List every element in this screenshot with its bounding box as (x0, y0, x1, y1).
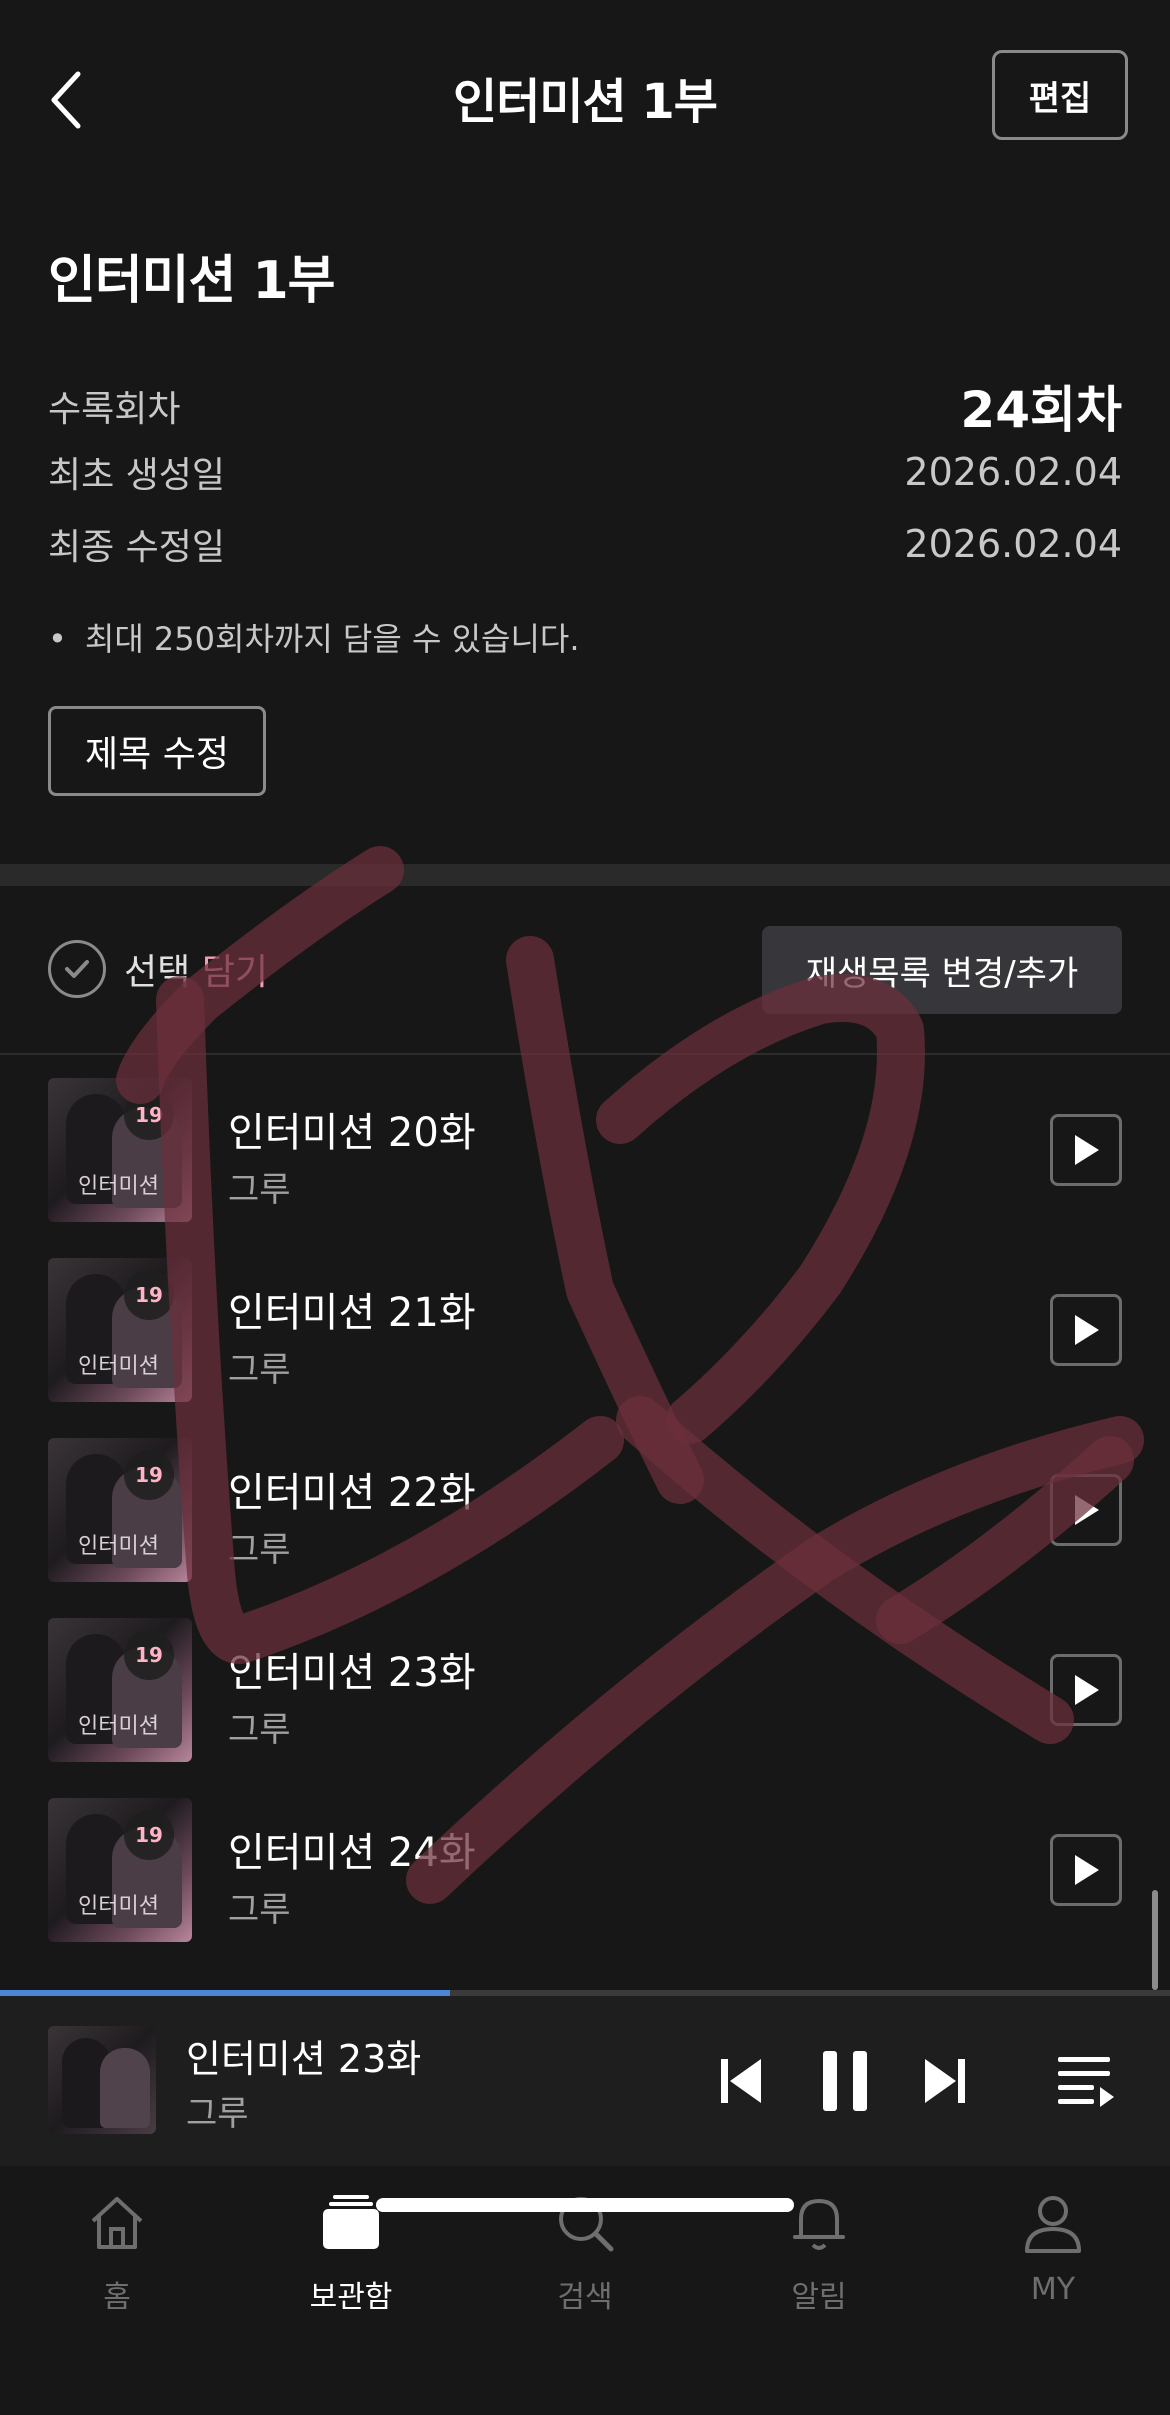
nav-label: 알림 (791, 2280, 847, 2315)
episode-thumbnail: 19 인터미션 (48, 1438, 192, 1582)
home-icon (82, 2188, 152, 2258)
episode-thumbnail: 19 인터미션 (48, 1798, 192, 1942)
episode-title: 인터미션 20화 (228, 1110, 476, 1156)
thumbnail-logo: 인터미션 (78, 1534, 159, 1559)
episode-play-button[interactable] (1050, 1114, 1122, 1186)
info-row-count: 수록회차 24회차 (48, 370, 1122, 442)
info-value: 2026.02.04 (904, 450, 1122, 494)
age-rating-badge: 19 (124, 1450, 174, 1500)
divider (0, 1053, 1170, 1055)
scrollbar[interactable] (1152, 1890, 1158, 1990)
section-divider (0, 864, 1170, 886)
skip-previous-icon (721, 2059, 761, 2103)
thumbnail-logo: 인터미션 (78, 1714, 159, 1739)
pause-icon (823, 2051, 867, 2111)
info-label: 최초 생성일 (48, 455, 226, 496)
nav-item-my[interactable]: MY (973, 2188, 1133, 2318)
edit-button[interactable]: 편집 (992, 50, 1128, 140)
play-icon (1075, 1675, 1099, 1705)
episode-row[interactable]: 19 인터미션 인터미션 21화그루 (0, 1258, 1170, 1408)
thumbnail-logo: 인터미션 (78, 1174, 159, 1199)
nav-label: MY (1030, 2272, 1076, 2307)
select-label: 선택 담기 (124, 943, 268, 995)
episode-thumbnail: 19 인터미션 (48, 1078, 192, 1222)
bottom-nav: 홈 보관함 검색 알림 MY (0, 2166, 1170, 2415)
player-title: 인터미션 23화 (186, 2037, 422, 2081)
previous-button[interactable] (706, 2046, 776, 2116)
select-text: 선택 (124, 952, 191, 993)
info-label: 수록회차 (48, 389, 181, 430)
nav-label: 검색 (557, 2280, 613, 2315)
check-circle-icon[interactable] (48, 940, 106, 998)
episode-artist: 그루 (228, 1890, 291, 1930)
nav-item-home[interactable]: 홈 (37, 2188, 197, 2318)
rename-button[interactable]: 제목 수정 (48, 706, 266, 796)
play-icon (1075, 1135, 1099, 1165)
episode-title: 인터미션 22화 (228, 1470, 476, 1516)
age-rating-badge: 19 (124, 1630, 174, 1680)
player-thumbnail (48, 2026, 156, 2134)
episode-artist: 그루 (228, 1170, 291, 1210)
age-rating-badge: 19 (124, 1090, 174, 1140)
library-icon (316, 2188, 386, 2258)
episode-artist: 그루 (228, 1710, 291, 1750)
mini-player[interactable]: 인터미션 23화 그루 (0, 1996, 1170, 2166)
episode-play-button[interactable] (1050, 1654, 1122, 1726)
episode-thumbnail: 19 인터미션 (48, 1618, 192, 1762)
episode-artist: 그루 (228, 1350, 291, 1390)
episode-title: 인터미션 24화 (228, 1830, 476, 1876)
info-label: 최종 수정일 (48, 527, 226, 568)
home-indicator[interactable] (376, 2198, 794, 2212)
bullet-icon: • (48, 620, 67, 658)
episode-artist: 그루 (228, 1530, 291, 1570)
thumbnail-logo: 인터미션 (78, 1354, 159, 1379)
pause-button[interactable] (810, 2046, 880, 2116)
episode-row[interactable]: 19 인터미션 인터미션 22화그루 (0, 1438, 1170, 1588)
user-icon (1018, 2188, 1088, 2258)
thumbnail-logo: 인터미션 (78, 1894, 159, 1919)
bell-icon (784, 2188, 854, 2258)
age-rating-badge: 19 (124, 1810, 174, 1860)
info-row-modified: 최종 수정일 2026.02.04 (48, 518, 1122, 570)
header: 인터미션 1부 편집 (0, 0, 1170, 190)
episode-row[interactable]: 19 인터미션 인터미션 20화그루 (0, 1078, 1170, 1228)
episode-title: 인터미션 21화 (228, 1290, 476, 1336)
add-text: 담기 (201, 952, 268, 993)
nav-label: 보관함 (309, 2280, 393, 2315)
player-artist: 그루 (186, 2094, 249, 2134)
episode-row[interactable]: 19 인터미션 인터미션 24화그루 (0, 1798, 1170, 1948)
playlist-queue-icon (1058, 2057, 1114, 2107)
episode-play-button[interactable] (1050, 1474, 1122, 1546)
nav-label: 홈 (103, 2280, 131, 2315)
playlist-title: 인터미션 1부 (48, 251, 335, 311)
queue-button[interactable] (1050, 2046, 1120, 2116)
episode-title: 인터미션 23화 (228, 1650, 476, 1696)
info-value: 24회차 (960, 381, 1122, 439)
play-icon (1075, 1855, 1099, 1885)
select-add-toggle[interactable]: 선택 담기 (48, 940, 268, 998)
episode-thumbnail: 19 인터미션 (48, 1258, 192, 1402)
play-icon (1075, 1315, 1099, 1345)
info-value: 2026.02.04 (904, 522, 1122, 566)
episode-row[interactable]: 19 인터미션 인터미션 23화그루 (0, 1618, 1170, 1768)
capacity-note: • 최대 250회차까지 담을 수 있습니다. (48, 614, 580, 660)
note-text: 최대 250회차까지 담을 수 있습니다. (84, 620, 580, 658)
episode-play-button[interactable] (1050, 1294, 1122, 1366)
next-button[interactable] (910, 2046, 980, 2116)
info-row-created: 최초 생성일 2026.02.04 (48, 446, 1122, 498)
episode-play-button[interactable] (1050, 1834, 1122, 1906)
play-icon (1075, 1495, 1099, 1525)
change-playlist-button[interactable]: 재생목록 변경/추가 (762, 926, 1122, 1014)
skip-next-icon (925, 2059, 965, 2103)
age-rating-badge: 19 (124, 1270, 174, 1320)
